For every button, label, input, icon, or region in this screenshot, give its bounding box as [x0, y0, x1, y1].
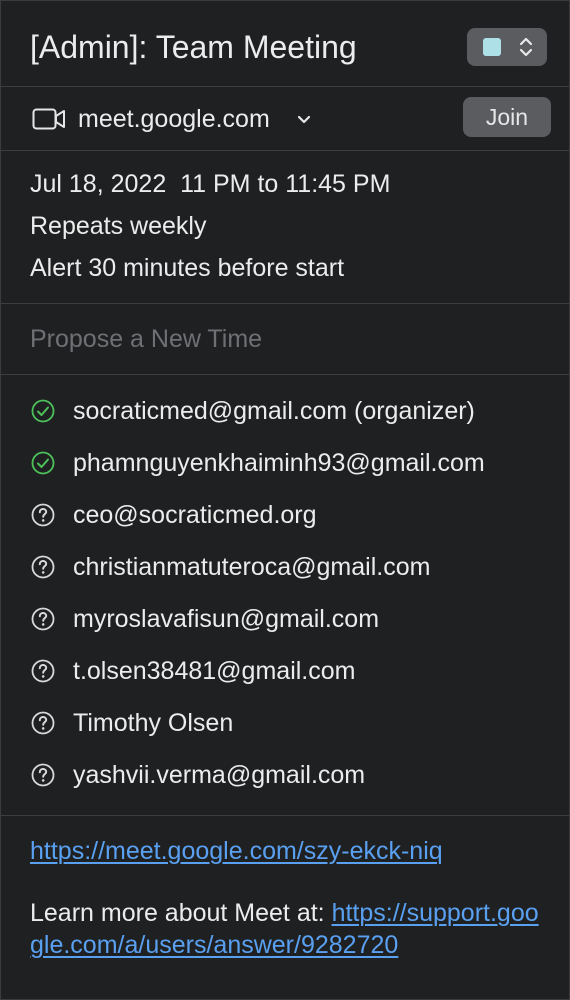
- question-circle-icon: [31, 763, 55, 787]
- attendee-row[interactable]: ceo@socraticmed.org: [1, 495, 570, 535]
- attendee-name: socraticmed@gmail.com (organizer): [73, 397, 475, 425]
- attendee-name: ceo@socraticmed.org: [73, 501, 317, 529]
- event-title[interactable]: [Admin]: Team Meeting: [30, 23, 357, 71]
- question-circle-icon: [31, 711, 55, 735]
- event-popover: [Admin]: Team Meeting meet.google.com Jo…: [0, 0, 570, 1000]
- learn-more-text: Learn more about Meet at:: [30, 899, 332, 927]
- attendee-row[interactable]: phamnguyenkhaiminh93@gmail.com: [1, 443, 570, 483]
- attendee-name: myroslavafisun@gmail.com: [73, 605, 380, 633]
- attendee-row[interactable]: christianmatuteroca@gmail.com: [1, 547, 570, 587]
- notes-learn-more: Learn more about Meet at: https://suppor…: [30, 897, 540, 961]
- video-camera-icon: [32, 108, 65, 130]
- attendee-name: Timothy Olsen: [73, 709, 234, 737]
- attendee-name: phamnguyenkhaiminh93@gmail.com: [73, 449, 485, 477]
- question-circle-icon: [31, 555, 55, 579]
- event-datetime[interactable]: Jul 18, 2022 11 PM to 11:45 PM: [30, 166, 390, 202]
- attendee-name: t.olsen38481@gmail.com: [73, 657, 356, 685]
- divider: [1, 815, 570, 816]
- attendee-row[interactable]: yashvii.verma@gmail.com: [1, 755, 570, 795]
- calendar-color-picker[interactable]: [467, 28, 547, 66]
- event-recurrence[interactable]: Repeats weekly: [30, 208, 206, 244]
- divider: [1, 303, 570, 304]
- attendee-row[interactable]: socraticmed@gmail.com (organizer): [1, 391, 570, 431]
- join-button[interactable]: Join: [463, 97, 551, 137]
- conferencing-service-label[interactable]: meet.google.com: [78, 101, 270, 137]
- chevron-down-icon[interactable]: [297, 114, 311, 126]
- propose-new-time-input[interactable]: Propose a New Time: [30, 321, 262, 357]
- meet-link-container: https://meet.google.com/szy-ekck-niq: [30, 833, 443, 869]
- event-alert[interactable]: Alert 30 minutes before start: [30, 250, 344, 286]
- question-circle-icon: [31, 659, 55, 683]
- divider: [1, 374, 570, 375]
- attendee-row[interactable]: Timothy Olsen: [1, 703, 570, 743]
- attendee-row[interactable]: t.olsen38481@gmail.com: [1, 651, 570, 691]
- question-circle-icon: [31, 607, 55, 631]
- attendee-name: yashvii.verma@gmail.com: [73, 761, 366, 789]
- calendar-color-swatch: [483, 38, 501, 56]
- attendee-name: christianmatuteroca@gmail.com: [73, 553, 431, 581]
- meet-link[interactable]: https://meet.google.com/szy-ekck-niq: [30, 837, 443, 865]
- divider: [1, 86, 570, 87]
- divider: [1, 150, 570, 151]
- check-circle-icon: [31, 451, 55, 475]
- up-down-chevron-icon: [519, 37, 533, 57]
- attendee-row[interactable]: myroslavafisun@gmail.com: [1, 599, 570, 639]
- check-circle-icon: [31, 399, 55, 423]
- question-circle-icon: [31, 503, 55, 527]
